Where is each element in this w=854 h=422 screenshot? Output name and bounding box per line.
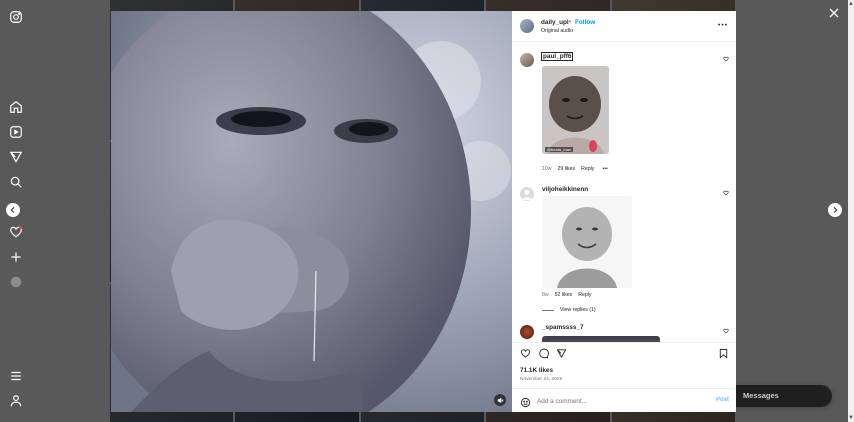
author-username[interactable]: daily_upl <box>541 19 569 26</box>
more-options-icon[interactable] <box>718 23 727 26</box>
likes-count[interactable]: 71.1K likes <box>520 367 553 374</box>
scroll-down-icon[interactable]: ▼ <box>848 414 854 422</box>
emoji-icon[interactable] <box>520 395 531 408</box>
messages-button-dim: Messages <box>720 385 832 407</box>
messages-label: Messages <box>743 391 779 400</box>
comment-item: paul_pff6 @beata_man 10w 29 likes Reply … <box>512 52 736 177</box>
baby-video-frame <box>111 11 512 412</box>
commenter-username[interactable]: paul_pff6 <box>540 52 574 61</box>
notifications-heart-icon[interactable] <box>9 225 23 239</box>
next-post-button[interactable] <box>828 203 842 217</box>
author-avatar[interactable] <box>520 19 534 33</box>
baby-sticker-image <box>542 196 632 288</box>
commenter-username[interactable]: _spamssss_7 <box>542 324 584 331</box>
replies-divider <box>542 309 554 311</box>
commenter-avatar[interactable] <box>520 187 534 201</box>
profile-avatar-icon[interactable] <box>9 275 23 289</box>
post-video[interactable] <box>111 11 512 412</box>
reply-button[interactable]: Reply <box>581 166 594 172</box>
comment-more-icon[interactable]: ••• <box>602 166 607 172</box>
post-actions: 71.1K likes November 24, 2025 <box>512 342 736 388</box>
search-icon[interactable] <box>9 175 23 189</box>
chevron-right-icon <box>833 206 838 214</box>
audio-label[interactable]: Original audio <box>541 28 573 34</box>
comments-list: paul_pff6 @beata_man 10w 29 likes Reply … <box>512 43 736 342</box>
home-icon[interactable] <box>9 100 23 114</box>
share-send-icon[interactable] <box>556 348 567 359</box>
like-comment-heart-icon[interactable] <box>723 328 729 334</box>
comment-gif[interactable] <box>542 196 632 288</box>
direct-send-icon[interactable] <box>9 150 23 164</box>
post-header: daily_upl • Follow Original audio <box>512 11 736 42</box>
commenter-avatar[interactable] <box>520 325 534 339</box>
comment-composer: Post <box>512 388 736 412</box>
like-comment-heart-icon[interactable] <box>723 190 729 196</box>
also-from-meta-icon[interactable] <box>9 394 23 408</box>
like-comment-heart-icon[interactable] <box>723 56 729 62</box>
post-details-panel: daily_upl • Follow Original audio paul_p… <box>512 11 736 412</box>
chevron-left-icon <box>10 206 15 214</box>
comment-gif[interactable]: @beata_man <box>542 66 609 154</box>
follow-button[interactable]: Follow <box>575 19 595 26</box>
muted-speaker-icon <box>497 397 503 403</box>
close-modal-button[interactable] <box>828 6 840 18</box>
comment-item: _spamssss_7 <box>512 324 736 342</box>
page-scrollbar[interactable]: ▲ ▼ <box>848 0 854 422</box>
post-date: November 24, 2025 <box>520 377 563 382</box>
scroll-up-icon[interactable]: ▲ <box>848 0 854 8</box>
create-plus-icon[interactable] <box>9 250 23 264</box>
instagram-logo-icon[interactable] <box>9 10 23 24</box>
post-comment-button[interactable]: Post <box>716 397 729 403</box>
gif-watermark: @beata_man <box>545 147 574 152</box>
comment-bubble-icon[interactable] <box>538 348 549 359</box>
reply-button[interactable]: Reply <box>578 292 591 298</box>
previous-post-button[interactable] <box>6 203 20 217</box>
comment-input[interactable] <box>537 395 697 407</box>
save-bookmark-icon[interactable] <box>718 348 729 359</box>
menu-icon[interactable] <box>9 369 23 383</box>
comment-item: viljoheikkinenn 8w 52 likes Reply View r… <box>512 186 736 316</box>
comment-likes[interactable]: 29 likes <box>558 166 576 172</box>
mute-toggle-button[interactable] <box>494 394 506 406</box>
separator-dot: • <box>569 19 571 25</box>
baby-sticker-image <box>542 66 609 154</box>
reels-icon[interactable] <box>9 125 23 139</box>
comment-likes[interactable]: 52 likes <box>555 292 573 298</box>
comment-meta: 8w 52 likes Reply <box>542 292 592 298</box>
close-icon <box>829 8 839 18</box>
comment-age: 10w <box>542 166 552 172</box>
commenter-username[interactable]: viljoheikkinenn <box>542 186 588 193</box>
commenter-avatar[interactable] <box>520 53 534 67</box>
view-replies-button[interactable]: View replies (1) <box>560 307 596 313</box>
comment-meta: 10w 29 likes Reply ••• <box>542 166 608 172</box>
view-replies-row[interactable]: View replies (1) <box>542 307 596 313</box>
comment-age: 8w <box>542 292 549 298</box>
like-heart-icon[interactable] <box>520 348 531 359</box>
